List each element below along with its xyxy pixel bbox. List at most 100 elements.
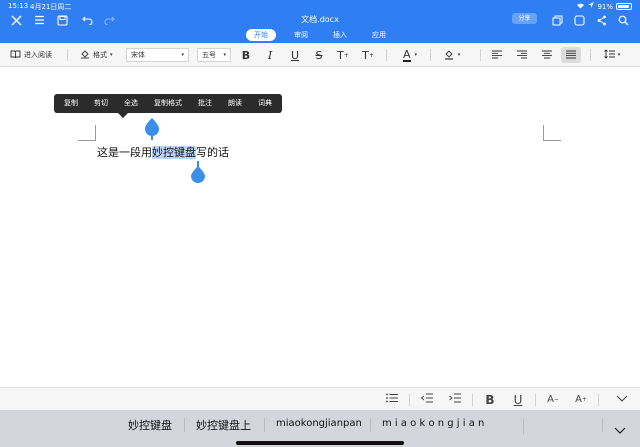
font-color-letter: A xyxy=(402,47,411,62)
wifi-icon xyxy=(576,2,585,11)
font-size-increase-button[interactable]: A + xyxy=(571,391,591,408)
menu-item-dictionary[interactable]: 词典 xyxy=(250,94,280,113)
chevron-down-icon xyxy=(616,394,628,405)
text-after-selection: 写的话 xyxy=(196,146,229,159)
top-header: 15:13 4月21日周二 91% 文档.docx 分享 开始 审阅 插入 应用 xyxy=(0,0,640,43)
align-left-icon xyxy=(492,50,502,61)
divider xyxy=(67,49,68,61)
selection-end-handle[interactable] xyxy=(190,161,206,183)
tab-review[interactable]: 审阅 xyxy=(286,29,316,41)
font-color-button[interactable]: A ▾ xyxy=(396,47,424,63)
multi-window-icon[interactable] xyxy=(549,12,565,28)
divider xyxy=(602,418,603,432)
menu-item-comment[interactable]: 批注 xyxy=(190,94,220,113)
share-icon[interactable] xyxy=(593,12,609,28)
expand-candidates-icon[interactable] xyxy=(614,419,626,438)
candidate-item[interactable]: 妙控键盘 xyxy=(128,417,172,433)
font-size-decrease-button[interactable]: A − xyxy=(543,391,563,408)
strikethrough-button[interactable]: S xyxy=(311,47,327,63)
selected-text[interactable]: 妙控键盘 xyxy=(152,146,196,159)
font-up-letter: A xyxy=(575,394,582,405)
align-left-button[interactable] xyxy=(489,47,505,63)
text-cursor xyxy=(523,418,524,434)
undo-icon[interactable] xyxy=(79,12,95,28)
chevron-down-icon: ▾ xyxy=(181,52,184,58)
candidate-item[interactable]: 妙控键盘上 xyxy=(196,417,251,433)
wps-document-app: 15:13 4月21日周二 91% 文档.docx 分享 开始 审阅 插入 应用… xyxy=(0,0,640,447)
highlighter-icon xyxy=(444,49,454,62)
highlight-button[interactable]: ▾ xyxy=(438,47,466,63)
save-icon[interactable] xyxy=(54,12,70,28)
status-time: 15:13 xyxy=(8,2,29,10)
ime-candidate-bar: 妙控键盘 妙控键盘上 miaokongjianpan m i a o k o n… xyxy=(0,410,640,447)
increase-indent-button[interactable] xyxy=(445,391,465,408)
align-center-icon xyxy=(542,50,552,61)
collapse-toolbar-button[interactable] xyxy=(612,391,632,408)
menu-icon[interactable] xyxy=(31,12,47,28)
keyboard-toolbar: B U A − A + xyxy=(0,387,640,410)
bullet-list-icon xyxy=(386,393,398,406)
status-indicators: 91% xyxy=(576,2,632,11)
justify-icon xyxy=(566,50,576,61)
document-title: 文档.docx xyxy=(301,15,339,24)
divider xyxy=(598,394,599,406)
divider xyxy=(430,49,431,61)
status-date: 4月21日周二 xyxy=(30,3,72,11)
superscript-button[interactable]: T + xyxy=(335,47,351,63)
keyboard-underline-button[interactable]: U xyxy=(508,391,528,408)
bold-button[interactable]: B xyxy=(238,47,254,63)
decrease-indent-button[interactable] xyxy=(417,391,437,408)
menu-item-copy[interactable]: 复制 xyxy=(56,94,86,113)
chevron-down-icon: ▾ xyxy=(457,52,461,58)
location-icon xyxy=(588,2,595,11)
plus-marker: + xyxy=(581,396,587,403)
tab-start[interactable]: 开始 xyxy=(246,29,276,41)
ribbon-tabs: 开始 审阅 插入 应用 xyxy=(0,29,640,42)
formatting-ribbon: 进入阅读 格式 ▾ 宋体 ▾ 五号 ▾ B I U S T + T + A ▾ … xyxy=(0,43,640,67)
battery-percent: 91% xyxy=(597,2,613,11)
read-mode-button[interactable]: 进入阅读 xyxy=(10,47,58,63)
justify-button[interactable] xyxy=(561,47,581,63)
home-indicator[interactable] xyxy=(236,441,404,445)
subscript-marker: + xyxy=(368,51,374,59)
tab-apps[interactable]: 应用 xyxy=(364,29,394,41)
superscript-letter: T xyxy=(337,48,344,62)
bullet-list-button[interactable] xyxy=(382,391,402,408)
align-center-button[interactable] xyxy=(539,47,555,63)
menu-item-read-aloud[interactable]: 朗读 xyxy=(220,94,250,113)
divider xyxy=(472,394,473,406)
menu-item-select-all[interactable]: 全选 xyxy=(116,94,146,113)
page-margin-corner-top-left xyxy=(78,125,96,141)
fullscreen-icon[interactable] xyxy=(571,12,587,28)
divider xyxy=(590,49,591,61)
tab-insert[interactable]: 插入 xyxy=(325,29,355,41)
format-button[interactable]: 格式 ▾ xyxy=(80,47,118,63)
font-size-select[interactable]: 五号 ▾ xyxy=(197,48,231,62)
underline-button[interactable]: U xyxy=(287,47,303,63)
font-name-select[interactable]: 宋体 ▾ xyxy=(126,48,189,62)
italic-button[interactable]: I xyxy=(262,47,278,63)
search-icon[interactable] xyxy=(615,12,631,28)
candidate-item[interactable]: miaokongjianpan xyxy=(276,418,362,429)
document-paragraph[interactable]: 这是一段用妙控键盘写的话 xyxy=(97,144,229,160)
keyboard-bold-button[interactable]: B xyxy=(480,391,500,408)
menu-item-cut[interactable]: 剪切 xyxy=(86,94,116,113)
font-name-value: 宋体 xyxy=(131,51,145,59)
format-label: 格式 xyxy=(93,51,107,59)
share-button[interactable]: 分享 xyxy=(512,13,537,24)
divider xyxy=(184,418,185,432)
context-menu-arrow xyxy=(118,113,128,118)
close-icon[interactable] xyxy=(8,12,24,28)
line-spacing-icon xyxy=(603,49,615,61)
align-right-button[interactable] xyxy=(514,47,530,63)
menu-item-copy-format[interactable]: 复制格式 xyxy=(146,94,190,113)
book-icon xyxy=(10,50,21,61)
subscript-button[interactable]: T + xyxy=(360,47,376,63)
divider xyxy=(370,418,371,432)
context-menu: 复制 剪切 全选 复制格式 批注 朗读 词典 xyxy=(54,94,282,113)
selection-start-handle[interactable] xyxy=(144,118,160,140)
line-spacing-button[interactable]: ▾ xyxy=(600,47,624,63)
redo-icon[interactable] xyxy=(101,12,117,28)
document-page[interactable]: 复制 剪切 全选 复制格式 批注 朗读 词典 这是一段用妙控键盘写的话 xyxy=(0,67,640,387)
font-down-letter: A xyxy=(547,394,554,405)
